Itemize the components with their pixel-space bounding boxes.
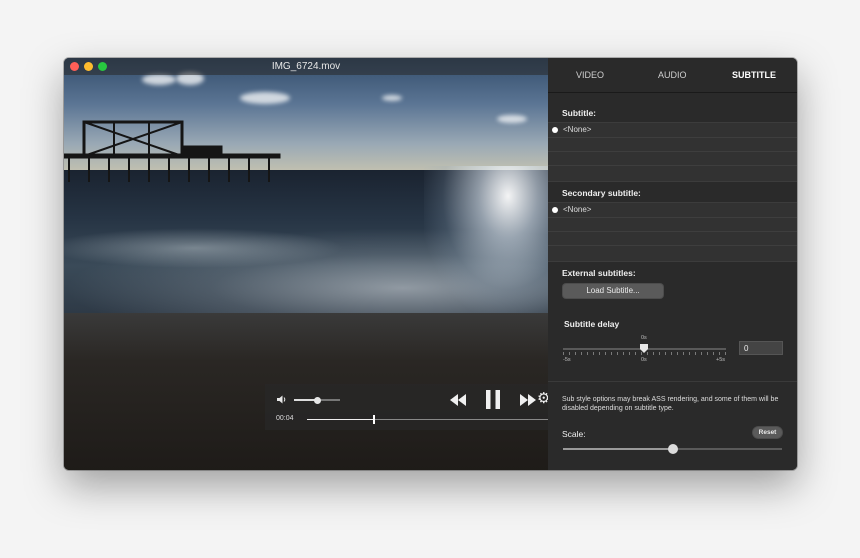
- scale-slider[interactable]: [563, 444, 782, 454]
- volume-icon[interactable]: [277, 395, 287, 404]
- subtitle-list[interactable]: <None>: [548, 122, 797, 182]
- delay-max-label: +5s: [716, 357, 726, 363]
- window-title: IMG_6724.mov: [271, 61, 341, 72]
- selected-bullet: [552, 127, 558, 133]
- minimize-button[interactable]: [84, 62, 93, 71]
- row-divider: [548, 165, 797, 166]
- scale-slider-fill: [563, 448, 673, 450]
- current-time: 00:04: [276, 415, 294, 422]
- rewind-icon[interactable]: [450, 394, 466, 406]
- delay-mid-label: 0s: [641, 357, 647, 363]
- subtitle-heading: Subtitle:: [562, 108, 596, 118]
- secondary-subtitle-heading: Secondary subtitle:: [562, 188, 641, 198]
- volume-slider-knob[interactable]: [313, 396, 321, 404]
- row-divider: [548, 151, 797, 152]
- scale-label: Scale:: [562, 429, 586, 439]
- zoom-button[interactable]: [98, 62, 107, 71]
- row-divider: [548, 231, 797, 232]
- video-view[interactable]: IMG_6724.mov ⚙ 00:04: [64, 58, 548, 470]
- section-divider: [548, 381, 797, 382]
- tab-subtitle[interactable]: SUBTITLE: [732, 70, 776, 80]
- title-bar[interactable]: IMG_6724.mov: [64, 58, 548, 75]
- close-button[interactable]: [70, 62, 79, 71]
- row-divider: [548, 137, 797, 138]
- delay-center-label: 0s: [641, 335, 647, 341]
- progress-bar-fill: [307, 419, 375, 420]
- load-subtitle-button[interactable]: Load Subtitle...: [563, 284, 663, 298]
- video-sun-glare: [424, 166, 548, 316]
- progress-bar[interactable]: [307, 415, 548, 424]
- cloud: [497, 115, 527, 123]
- video-surf: [64, 228, 344, 268]
- delay-min-label: -5s: [563, 357, 571, 363]
- tab-audio[interactable]: AUDIO: [658, 70, 687, 80]
- row-divider: [548, 217, 797, 218]
- cloud: [240, 92, 290, 104]
- subtitle-option-none[interactable]: <None>: [548, 124, 797, 136]
- secondary-subtitle-option-label: <None>: [563, 205, 592, 214]
- secondary-subtitle-option-none[interactable]: <None>: [548, 204, 797, 216]
- gear-icon[interactable]: ⚙: [537, 391, 548, 406]
- row-divider: [548, 245, 797, 246]
- volume-slider[interactable]: [294, 396, 340, 404]
- subtitle-delay-knob[interactable]: [640, 344, 648, 353]
- fast-forward-icon[interactable]: [520, 394, 536, 406]
- selected-bullet: [552, 207, 558, 213]
- sub-style-note: Sub style options may break ASS renderin…: [562, 396, 779, 412]
- scale-slider-knob[interactable]: [667, 444, 678, 454]
- player-window: IMG_6724.mov ⚙ 00:04 VIDEO AUDIO SUBTITL…: [64, 58, 797, 470]
- playback-controls: ⚙ 00:04: [265, 384, 548, 430]
- cloud: [142, 74, 176, 85]
- external-subtitles-heading: External subtitles:: [562, 268, 636, 278]
- secondary-subtitle-list[interactable]: <None>: [548, 202, 797, 262]
- subtitle-delay-heading: Subtitle delay: [564, 319, 620, 329]
- panel-tabs: VIDEO AUDIO SUBTITLE: [548, 58, 797, 93]
- subtitle-option-label: <None>: [563, 125, 592, 134]
- pause-icon[interactable]: [485, 390, 501, 409]
- subtitle-delay-input[interactable]: 0: [739, 341, 783, 355]
- cloud: [382, 95, 402, 101]
- pier-silhouette: [64, 120, 281, 182]
- scale-reset-button[interactable]: Reset: [753, 427, 782, 438]
- settings-panel: VIDEO AUDIO SUBTITLE Subtitle: <None> Se…: [548, 58, 797, 470]
- progress-bar-handle[interactable]: [373, 415, 376, 424]
- tab-video[interactable]: VIDEO: [576, 70, 604, 80]
